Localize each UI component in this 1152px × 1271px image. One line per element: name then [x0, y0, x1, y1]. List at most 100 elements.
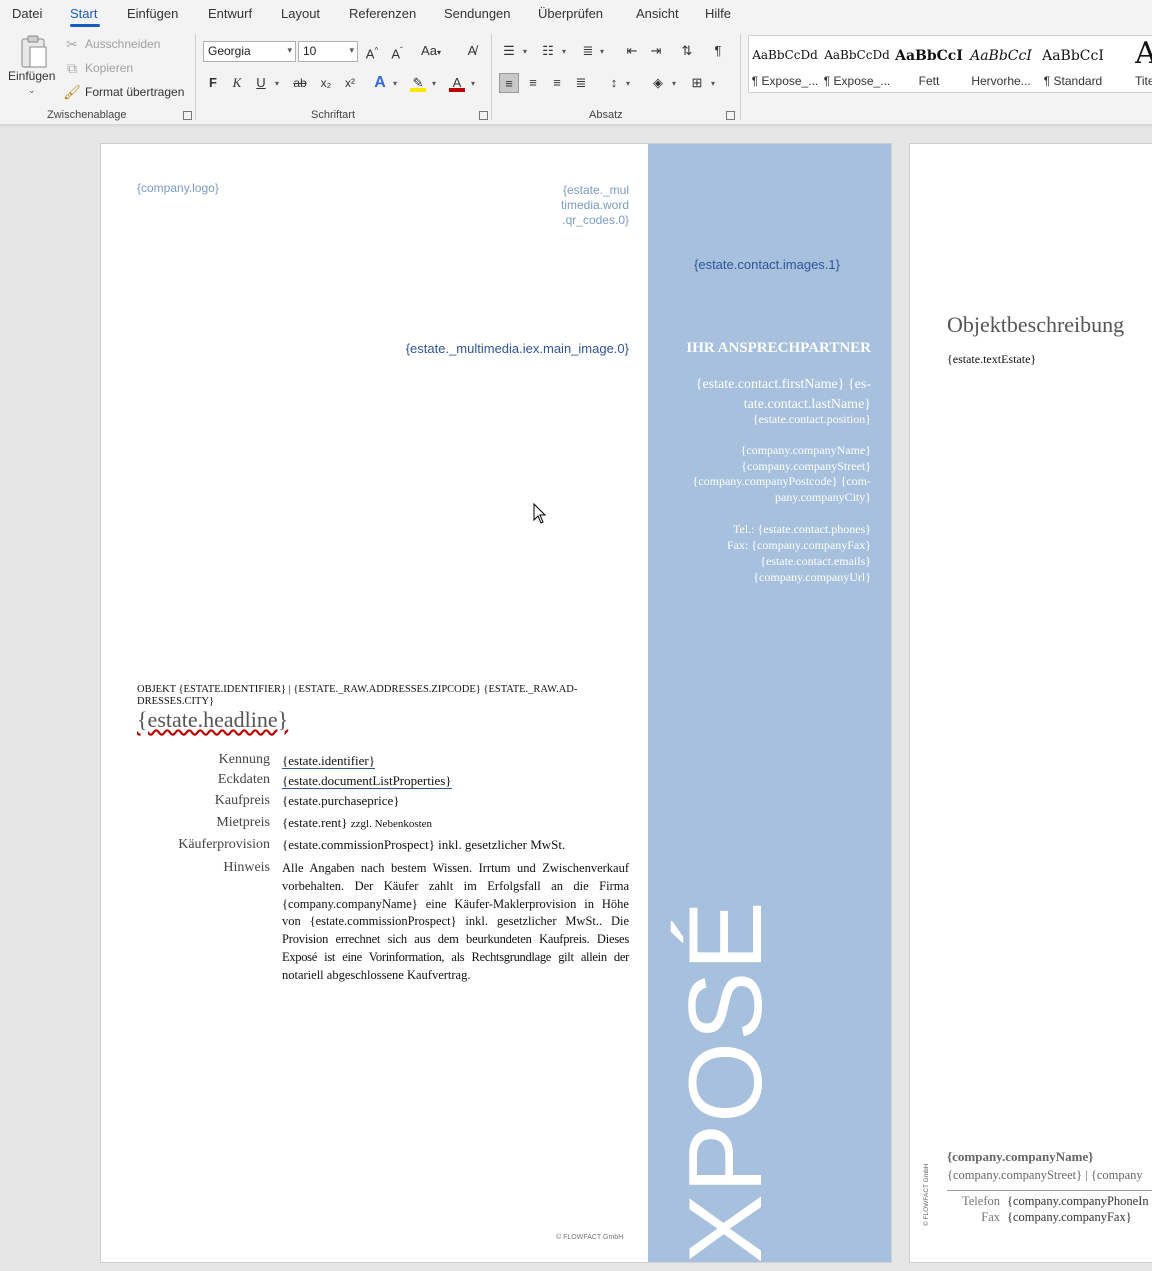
- multilevel-list-button[interactable]: ≣: [578, 41, 598, 61]
- footer-phone-value: {company.companyPhoneIn: [1007, 1194, 1149, 1208]
- qr-code-line: .qr_codes.0}: [562, 213, 629, 227]
- menu-hilfe[interactable]: Hilfe: [705, 6, 731, 21]
- chevron-down-icon: ▾: [562, 47, 567, 56]
- bullets-button[interactable]: ☰: [499, 41, 519, 61]
- menu-datei[interactable]: Datei: [12, 6, 42, 21]
- align-left-button[interactable]: ≡: [499, 73, 519, 93]
- subscript-button[interactable]: x₂: [316, 73, 336, 93]
- pilcrow-icon: ¶: [714, 43, 722, 58]
- group-separator: [195, 34, 196, 120]
- increase-indent-button[interactable]: ⇥: [646, 41, 666, 61]
- detail-value-eckdaten: {estate.documentListProperties}: [282, 773, 452, 789]
- superscript-button[interactable]: x²: [340, 73, 360, 93]
- chevron-down-icon: ▾: [393, 79, 398, 88]
- clear-formatting-icon: A̸: [467, 43, 477, 58]
- change-case-button[interactable]: Aa▾: [417, 41, 445, 61]
- estate-headline: {estate.headline}: [137, 707, 288, 733]
- menu-entwurf[interactable]: Entwurf: [208, 6, 252, 21]
- style-sample: AaBbCcDd: [824, 48, 890, 62]
- object-address-line-1: OBJEKT {ESTATE.IDENTIFIER} | {ESTATE._RA…: [137, 684, 578, 695]
- contact-email: {estate.contact.emails}: [760, 554, 871, 568]
- chevron-down-icon: ▾: [349, 45, 354, 55]
- menu-layout[interactable]: Layout: [281, 6, 320, 21]
- clipboard-dialog-launcher[interactable]: [183, 111, 192, 120]
- menu-bar: Datei Start Einfügen Entwurf Layout Refe…: [0, 0, 1152, 28]
- cut-button[interactable]: ✂ Ausschneiden: [63, 35, 160, 53]
- detail-label-mietpreis: Mietpreis: [216, 815, 270, 830]
- italic-button[interactable]: K: [227, 73, 247, 93]
- style-hervorhebung[interactable]: AaBbCcI Hervorhe...: [965, 36, 1037, 94]
- company-logo-placeholder: {company.logo}: [137, 181, 219, 195]
- detail-label-kaufpreis: Kaufpreis: [214, 793, 270, 808]
- company-postcode: {company.companyPostcode} {com-: [692, 474, 871, 489]
- group-separator: [740, 34, 741, 120]
- sort-button[interactable]: ⇅: [677, 41, 697, 61]
- style-expose-1[interactable]: AaBbCcDd ¶ Expose_...: [749, 36, 821, 94]
- menu-ansicht[interactable]: Ansicht: [636, 6, 679, 21]
- copy-button[interactable]: ⧉ Kopieren: [63, 59, 133, 77]
- qr-code-line: {estate._mul: [562, 183, 629, 197]
- font-size-combo[interactable]: 10 ▾: [298, 41, 358, 62]
- show-formatting-button[interactable]: ¶: [708, 41, 728, 61]
- chevron-down-icon: ⌄: [28, 85, 36, 95]
- font-color-button[interactable]: A: [447, 73, 467, 93]
- font-dialog-launcher[interactable]: [479, 111, 488, 120]
- menu-ueberpruefen[interactable]: Überprüfen: [538, 6, 603, 21]
- main-image-placeholder: {estate._multimedia.iex.main_image.0}: [405, 341, 629, 356]
- bold-label: F: [209, 75, 217, 90]
- hinweis-line: von {estate.commissionProspect} inkl. ge…: [282, 914, 629, 929]
- justify-button[interactable]: ≣: [571, 73, 591, 93]
- paragraph-dialog-launcher[interactable]: [726, 111, 735, 120]
- style-titel[interactable]: Aa Tite: [1109, 36, 1152, 94]
- menu-sendungen[interactable]: Sendungen: [444, 6, 511, 21]
- menu-start[interactable]: Start: [70, 6, 97, 21]
- font-group-label: Schriftart: [311, 109, 356, 121]
- change-case-label: Aa: [421, 43, 437, 58]
- underline-button[interactable]: U: [251, 73, 271, 93]
- line-spacing-button[interactable]: ↕: [604, 73, 624, 93]
- text-effects-button[interactable]: A: [370, 73, 390, 93]
- multilevel-list-icon: ≣: [582, 43, 594, 58]
- shading-button[interactable]: ◈: [648, 73, 668, 93]
- numbering-button[interactable]: ☷: [538, 41, 558, 61]
- grow-font-button[interactable]: A^: [362, 41, 382, 61]
- object-address-line: OBJEKT {ESTATE.IDENTIFIER} | {ESTATE._RA…: [137, 684, 617, 708]
- document-page-2[interactable]: Objektbeschreibung {estate.textEstate} ©…: [909, 143, 1152, 1263]
- detail-value-kennung: {estate.identifier}: [282, 753, 375, 769]
- detail-value-kaufpreis: {estate.purchaseprice}: [282, 793, 400, 808]
- style-standard[interactable]: AaBbCcI ¶ Standard: [1037, 36, 1109, 94]
- align-right-button[interactable]: ≡: [547, 73, 567, 93]
- detail-value-mietpreis: {estate.rent} zzgl. Nebenkosten: [282, 815, 432, 831]
- chevron-down-icon: ▾: [711, 79, 716, 88]
- clear-formatting-button[interactable]: A̸: [462, 41, 482, 61]
- style-name: Hervorhe...: [971, 74, 1031, 88]
- strikethrough-button[interactable]: ab: [290, 73, 310, 93]
- clipboard-group-label: Zwischenablage: [47, 109, 127, 121]
- format-painter-button[interactable]: 🖌 Format übertragen: [63, 83, 184, 101]
- decrease-indent-button[interactable]: ⇤: [622, 41, 642, 61]
- document-page-1[interactable]: {company.logo} {estate._mul timedia.word…: [100, 143, 892, 1263]
- highlight-button[interactable]: ✎: [408, 73, 428, 93]
- borders-button[interactable]: ⊞: [687, 73, 707, 93]
- hinweis-line: vorbehalten. Der Käufer zahlt im Erfolgs…: [282, 878, 629, 893]
- style-expose-2[interactable]: AaBbCcDd ¶ Expose_...: [821, 36, 893, 94]
- bold-button[interactable]: F: [203, 73, 223, 93]
- footer-fax-label: Fax: [981, 1210, 1000, 1224]
- style-name: Tite: [1135, 74, 1152, 88]
- style-sample: AaBbCcI: [970, 48, 1032, 64]
- shrink-font-button[interactable]: Aˇ: [387, 41, 407, 61]
- style-fett[interactable]: AaBbCcI Fett: [893, 36, 965, 94]
- contact-image-placeholder: {estate.contact.images.1}: [694, 257, 840, 272]
- menu-referenzen[interactable]: Referenzen: [349, 6, 416, 21]
- company-url: {company.companyUrl}: [753, 570, 871, 584]
- style-sample: Aa: [1135, 36, 1152, 71]
- paste-button[interactable]: Einfügen ⌄: [8, 35, 58, 99]
- expose-vertical-title: EXPOSÉ: [668, 900, 784, 1263]
- footer-company-street: {company.companyStreet} | {company: [947, 1168, 1143, 1182]
- font-name-combo[interactable]: Georgia ▾: [203, 41, 296, 62]
- menu-einfuegen[interactable]: Einfügen: [127, 6, 178, 21]
- increase-indent-icon: ⇥: [650, 43, 662, 58]
- detail-value-kaeuferprovision: {estate.commissionProspect} inkl. gesetz…: [282, 837, 566, 852]
- detail-label-kennung: Kennung: [218, 752, 270, 767]
- align-center-button[interactable]: ≡: [523, 73, 543, 93]
